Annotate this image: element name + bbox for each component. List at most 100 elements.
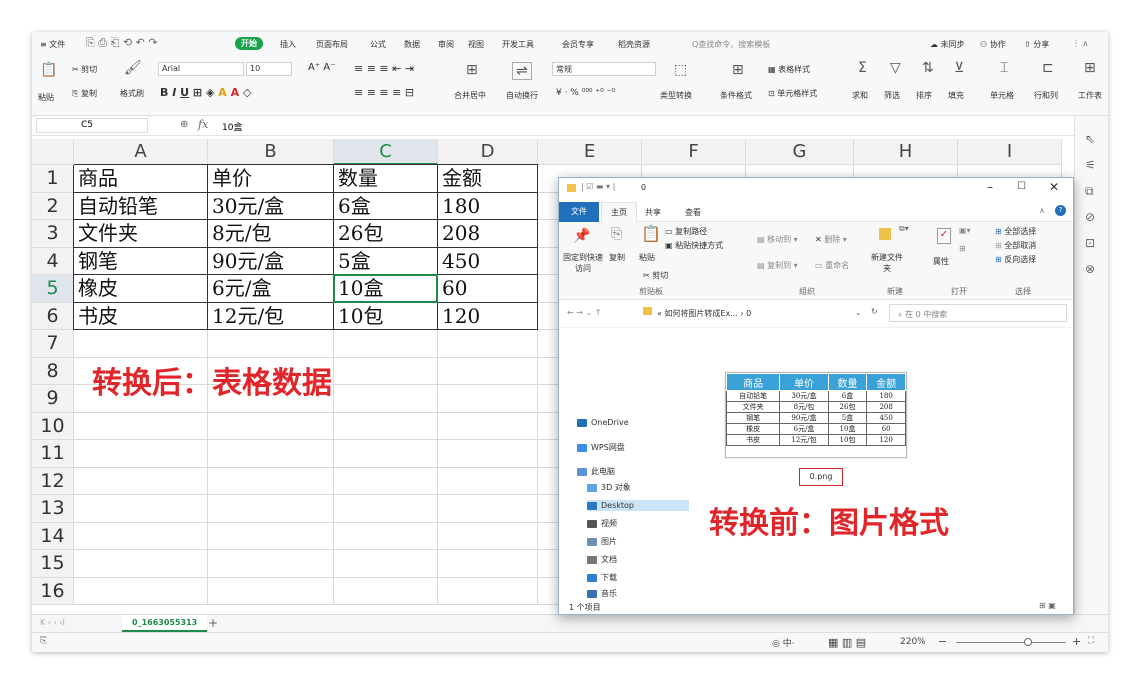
properties-label[interactable]: 属性 [933,256,949,267]
sum-icon[interactable]: Σ [858,60,867,76]
cell-a15[interactable] [74,550,208,578]
refresh-icon[interactable]: ↻ [871,307,878,316]
menu-item-2[interactable]: 公式 [370,39,386,50]
merge-label[interactable]: 合并居中 [454,90,486,101]
view-toggle-icons[interactable]: ⊞ ▣ [1039,601,1056,610]
cell-c9[interactable] [334,385,438,413]
cell-a1[interactable]: 商品 [74,165,208,193]
cell-icon[interactable]: ⌶ [1000,60,1008,76]
row-header-11[interactable]: 11 [32,440,74,468]
cell-a10[interactable] [74,412,208,440]
cell-a16[interactable] [74,577,208,605]
cond-format-icon[interactable]: ⊞ [732,62,744,78]
column-header-g[interactable]: G [746,139,854,165]
move-to-button[interactable]: ▤ 移动到 ▾ [757,234,798,245]
menu-item-7[interactable]: 会员专享 [562,39,594,50]
cell-a5[interactable]: 橡皮 [74,275,208,303]
rename-button[interactable]: ▭ 重命名 [815,260,849,271]
sheet-tab-active[interactable]: 0_1663055313 [122,615,208,632]
tab-start[interactable]: 开始 [235,37,263,50]
new-folder-label[interactable]: 新建文件夹 [869,252,905,274]
cell-c11[interactable] [334,440,438,468]
font-style-buttons[interactable]: B I U ⊞ ◈ A A ◇ [160,86,251,99]
nav-item-6[interactable]: 图片 [587,536,617,547]
cell-d11[interactable] [438,440,538,468]
zoom-slider-handle[interactable] [1024,638,1032,646]
paste-label[interactable]: 粘贴 [639,252,655,263]
address-path[interactable]: « 如何将图片转成Ex... › 0 [657,308,853,319]
cell-b5[interactable]: 6元/盒 [208,275,334,303]
row-header-12[interactable]: 12 [32,467,74,495]
cell-c7[interactable] [334,330,438,358]
sum-label[interactable]: 求和 [852,90,868,101]
cell-b2[interactable]: 30元/盒 [208,192,334,220]
column-header-h[interactable]: H [854,139,958,165]
nav-item-1[interactable]: WPS网盘 [577,442,625,453]
cell-b7[interactable] [208,330,334,358]
column-header-e[interactable]: E [538,139,642,165]
sort-icon[interactable]: ⇅ [922,60,934,76]
nav-item-4[interactable]: Desktop [587,500,691,511]
row-header-6[interactable]: 6 [32,302,74,330]
select-all-button[interactable]: ⊞ 全部选择 [995,226,1036,237]
back-forward-icons[interactable]: ← → ⌄ ↑ [567,308,601,317]
menu-item-5[interactable]: 视图 [468,39,484,50]
cell-c14[interactable] [334,522,438,550]
cell-a2[interactable]: 自动铅笔 [74,192,208,220]
align-buttons[interactable]: ≡ ≡ ≡ ≡ ⊟ [354,86,414,99]
tab-file[interactable]: 文件 [559,202,599,222]
nav-item-8[interactable]: 下载 [587,572,617,583]
worksheet-icon[interactable]: ⊞ [1084,60,1096,76]
column-header-c[interactable]: C [334,139,438,165]
column-header-i[interactable]: I [958,139,1062,165]
maximize-button[interactable]: ☐ [1017,181,1026,192]
cut-button[interactable]: ✂ 剪切 [72,64,97,75]
cell-d7[interactable] [438,330,538,358]
type-convert-icon[interactable]: ⬚ [674,62,687,78]
delete-button[interactable]: ✕ 删除 ▾ [815,234,847,245]
select-all-corner[interactable] [32,139,74,165]
cell-a13[interactable] [74,495,208,523]
row-header-14[interactable]: 14 [32,522,74,550]
table-style-button[interactable]: ▦ 表格样式 [768,64,810,75]
cell-d4[interactable]: 450 [438,247,538,275]
copy-button[interactable]: ⎘ 复制 [72,88,97,99]
cell-c1[interactable]: 数量 [334,165,438,193]
menu-item-8[interactable]: 稻壳资源 [618,39,650,50]
cell-a7[interactable] [74,330,208,358]
cell-c13[interactable] [334,495,438,523]
help-icon[interactable]: ? [1055,205,1066,216]
format-painter-icon[interactable]: 🖌 [124,60,142,76]
cell-a4[interactable]: 钢笔 [74,247,208,275]
cell-d15[interactable] [438,550,538,578]
cell-c10[interactable] [334,412,438,440]
cell-a3[interactable]: 文件夹 [74,220,208,248]
font-name-select[interactable]: Arial [158,62,244,76]
cell-d9[interactable] [438,385,538,413]
menu-item-4[interactable]: 审阅 [438,39,454,50]
formula-content[interactable]: 10盒 [222,120,242,133]
cell-b10[interactable] [208,412,334,440]
nav-item-3[interactable]: 3D 对象 [587,482,631,493]
cell-a12[interactable] [74,467,208,495]
cell-d3[interactable]: 208 [438,220,538,248]
cell-d12[interactable] [438,467,538,495]
align-top-buttons[interactable]: ≡ ≡ ≡ ⇤ ⇥ [354,62,414,75]
cell-d1[interactable]: 金额 [438,165,538,193]
row-header-15[interactable]: 15 [32,550,74,578]
menu-item-6[interactable]: 开发工具 [502,39,534,50]
cell-a14[interactable] [74,522,208,550]
paste-icon[interactable]: 📋 [641,224,661,243]
font-grow-shrink-icons[interactable]: A⁺ A⁻ [308,62,335,73]
row-header-8[interactable]: 8 [32,357,74,385]
paste-icon[interactable]: 📋 [40,62,57,78]
more-icon[interactable]: ⋮ ∧ [1072,39,1088,48]
cell-c6[interactable]: 10包 [334,302,438,330]
paste-label[interactable]: 粘贴 [38,92,54,103]
nav-item-7[interactable]: 文档 [587,554,617,565]
nav-item-0[interactable]: OneDrive [577,418,629,427]
zoom-formula-icon[interactable]: ⊕ [180,119,188,130]
share-side-icon[interactable]: ⊗ [1085,262,1095,276]
file-name-label[interactable]: 0.png [799,468,843,486]
rowcol-label[interactable]: 行和列 [1034,90,1058,101]
